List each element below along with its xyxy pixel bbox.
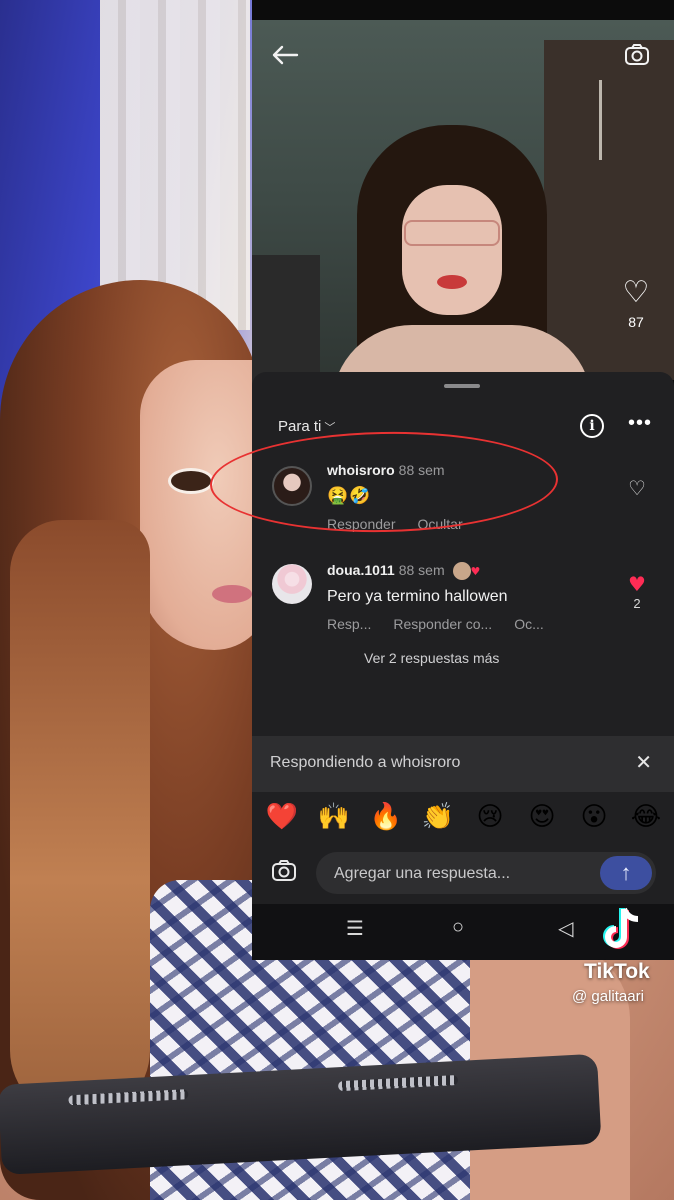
heart-outline-icon: ♡ <box>628 476 646 500</box>
video-like-button[interactable]: ♡ 87 <box>616 275 656 331</box>
camera-icon[interactable] <box>622 40 652 70</box>
comment-username[interactable]: doua.1011 <box>327 562 395 578</box>
drag-handle[interactable] <box>444 384 480 388</box>
heart-outline-icon: ♡ <box>622 275 650 310</box>
emoji-raised-hands-button[interactable]: 🙌 <box>314 802 354 832</box>
home-icon[interactable]: ○ <box>452 916 464 939</box>
chevron-down-icon: ﹀ <box>324 422 336 434</box>
comment-time: 88 sem <box>398 562 445 578</box>
reply-input[interactable] <box>332 852 596 896</box>
emoji-crying-button[interactable]: 😢 <box>470 802 510 832</box>
quick-emoji-row: ❤️ 🙌 🔥 👏 😢 😍 😮 😂 <box>262 802 666 832</box>
video-preview <box>252 20 674 405</box>
send-button[interactable]: ↑ <box>600 856 652 890</box>
comment-filter-label: Para ti <box>278 418 322 435</box>
comment-filter-dropdown[interactable]: Para ti ﹀ <box>278 418 335 435</box>
replying-to-bar: Respondiendo a whoisroro ✕ <box>252 736 674 792</box>
heart-filled-icon: ♥ <box>628 572 646 596</box>
reply-input-row: ↑ <box>252 848 674 898</box>
view-more-replies-link[interactable]: Ver 2 respuestas más <box>364 650 499 666</box>
back-triangle-icon[interactable]: ◁ <box>558 916 573 941</box>
watermark-brand: TikTok <box>584 960 650 983</box>
comment-like-button[interactable]: ♥ 2 <box>622 574 652 611</box>
recents-icon[interactable]: ☰ <box>346 916 364 941</box>
video-person <box>332 125 602 405</box>
creator-avatar-badge <box>452 562 471 581</box>
video-like-count: 87 <box>628 314 644 330</box>
comment-like-count: 2 <box>633 596 641 611</box>
emoji-heart-eyes-button[interactable]: 😍 <box>522 802 562 832</box>
more-options-icon[interactable]: ••• <box>628 412 652 435</box>
reply-field: ↑ <box>316 852 656 896</box>
arrow-up-icon: ↑ <box>620 860 632 885</box>
comment-like-button[interactable]: ♡ <box>622 478 652 498</box>
emoji-fire-button[interactable]: 🔥 <box>366 802 406 832</box>
emoji-laughing-button[interactable]: 😂 <box>626 802 666 832</box>
reply-with-video-button[interactable]: Responder co... <box>393 616 492 632</box>
emoji-surprised-button[interactable]: 😮 <box>574 802 614 832</box>
info-icon[interactable]: i <box>580 414 604 438</box>
close-icon[interactable]: ✕ <box>635 750 652 775</box>
emoji-clap-button[interactable]: 👏 <box>418 802 458 832</box>
camera-icon[interactable] <box>270 858 302 890</box>
watermark-username: @ galitaari <box>572 988 644 1005</box>
replying-to-label: Respondiendo a whoisroro <box>270 754 461 771</box>
reply-button[interactable]: Resp... <box>327 616 371 632</box>
avatar[interactable] <box>272 564 312 604</box>
comment-text: Pero ya termino hallowen <box>327 588 508 605</box>
emoji-heart-button[interactable]: ❤️ <box>262 802 302 832</box>
creator-liked-icon: ♥ <box>470 564 481 578</box>
back-arrow-icon[interactable] <box>268 38 302 72</box>
hide-button[interactable]: Oc... <box>514 616 544 632</box>
tiktok-logo-icon <box>600 905 644 953</box>
